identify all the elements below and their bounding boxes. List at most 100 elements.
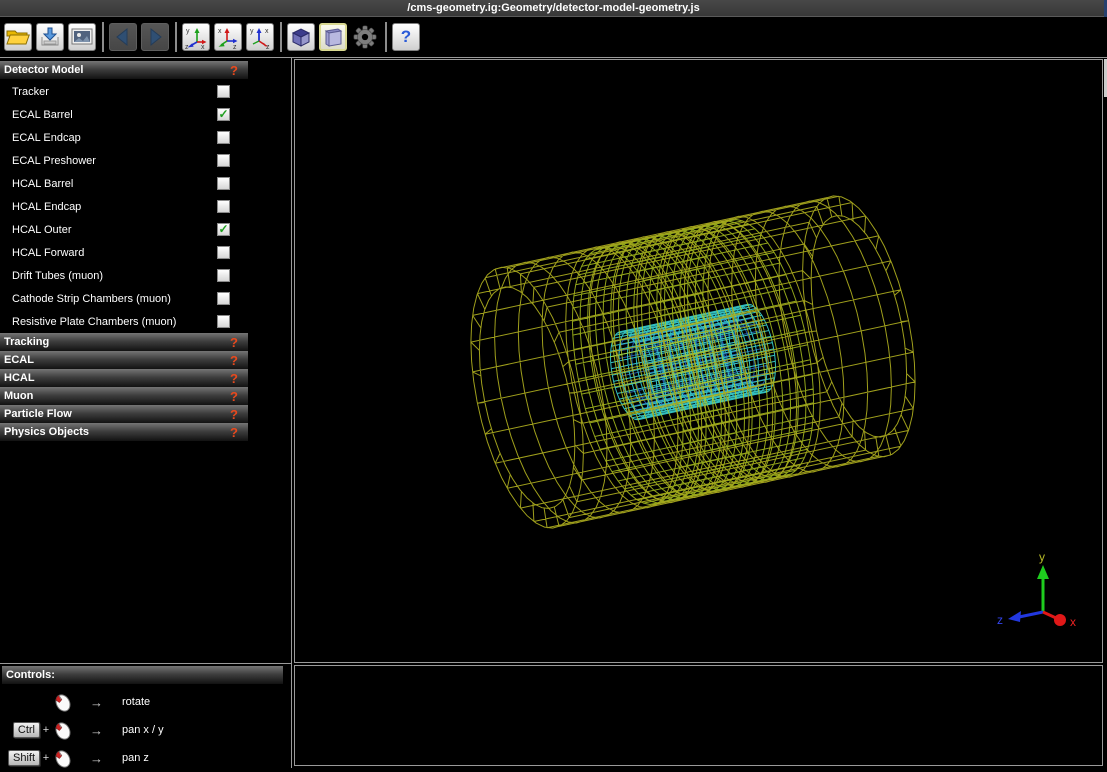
svg-text:z: z (185, 44, 189, 49)
help-button[interactable]: ? (392, 23, 420, 51)
controls-legend: Controls: → rotate Ctrl + (0, 666, 291, 772)
maps-to-arrow: → (90, 695, 112, 710)
save-icon (39, 26, 61, 48)
sidebar-sections: Tracking ? ECAL ? HCAL ? Muon ? Particle… (0, 333, 248, 441)
checkbox-ecal-preshower[interactable] (217, 154, 230, 167)
svg-text:z: z (233, 44, 237, 49)
help-icon[interactable]: ? (230, 354, 238, 367)
arrow-right-icon (144, 26, 166, 48)
svg-text:y: y (186, 28, 190, 35)
detector-model-header[interactable]: Detector Model ? (0, 61, 248, 79)
section-physics-objects[interactable]: Physics Objects ? (0, 423, 248, 441)
view-axes-button-1[interactable]: y x z (182, 23, 210, 51)
section-ecal[interactable]: ECAL ? (0, 351, 248, 369)
control-row-rotate: → rotate (0, 688, 291, 716)
cube-flat-icon (321, 25, 345, 49)
detector-3d-view[interactable]: y z x (295, 60, 1102, 662)
help-icon[interactable]: ? (230, 390, 238, 403)
row-drift-tubes: Drift Tubes (muon) (0, 264, 248, 287)
row-label: Resistive Plate Chambers (muon) (12, 316, 176, 328)
axis-label-y: y (1039, 550, 1045, 564)
action-label: rotate (122, 696, 150, 708)
checkbox-rpc[interactable] (217, 315, 230, 328)
section-label: Physics Objects (4, 426, 89, 438)
checkbox-hcal-endcap[interactable] (217, 200, 230, 213)
detector-model-list: Tracker ECAL Barrel ✓ ECAL Endcap ECAL P… (0, 80, 248, 333)
viewport-3d-panel[interactable]: y z x (294, 59, 1103, 663)
checkbox-hcal-forward[interactable] (217, 246, 230, 259)
checkbox-hcal-outer[interactable]: ✓ (217, 223, 230, 236)
section-particle-flow[interactable]: Particle Flow ? (0, 405, 248, 423)
row-label: ECAL Barrel (12, 109, 73, 121)
row-label: ECAL Preshower (12, 155, 96, 167)
toolbar-separator (175, 22, 177, 52)
svg-text:y: y (250, 28, 254, 35)
row-label: Tracker (12, 86, 49, 98)
svg-text:x: x (201, 44, 205, 49)
checkbox-csc[interactable] (217, 292, 230, 305)
view-axes-button-2[interactable]: x z (214, 23, 242, 51)
section-label: ECAL (4, 354, 34, 366)
next-event-button[interactable] (141, 23, 169, 51)
checkbox-tracker[interactable] (217, 85, 230, 98)
row-ecal-barrel: ECAL Barrel ✓ (0, 103, 248, 126)
axes-xzy-icon: x z (216, 25, 240, 49)
row-hcal-outer: HCAL Outer ✓ (0, 218, 248, 241)
row-label: Drift Tubes (muon) (12, 270, 103, 282)
previous-event-button[interactable] (109, 23, 137, 51)
section-label: HCAL (4, 372, 35, 384)
perspective-view-button[interactable] (287, 23, 315, 51)
checkbox-hcal-barrel[interactable] (217, 177, 230, 190)
help-icon[interactable]: ? (230, 64, 238, 77)
checkbox-ecal-endcap[interactable] (217, 131, 230, 144)
row-label: HCAL Barrel (12, 178, 73, 190)
svg-text:x: x (218, 28, 222, 35)
sidebar-splitter[interactable] (291, 58, 292, 768)
toolbar-separator (280, 22, 282, 52)
axis-gizmo: y z x (997, 550, 1076, 629)
row-label: HCAL Endcap (12, 201, 81, 213)
plus-sign: + (40, 752, 52, 764)
row-label: HCAL Forward (12, 247, 84, 259)
open-file-button[interactable] (4, 23, 32, 51)
toolbar-separator (102, 22, 104, 52)
row-label: ECAL Endcap (12, 132, 81, 144)
folder-icon (6, 28, 30, 46)
help-icon[interactable]: ? (230, 372, 238, 385)
toolbar-separator (385, 22, 387, 52)
row-csc: Cathode Strip Chambers (muon) (0, 287, 248, 310)
row-ecal-preshower: ECAL Preshower (0, 149, 248, 172)
toolbar-divider (0, 57, 1107, 58)
shift-key: Shift (8, 750, 40, 766)
screenshot-button[interactable] (68, 23, 96, 51)
save-image-button[interactable] (36, 23, 64, 51)
row-hcal-endcap: HCAL Endcap (0, 195, 248, 218)
svg-text:x: x (265, 28, 269, 35)
help-icon[interactable]: ? (230, 426, 238, 439)
plus-sign: + (40, 724, 52, 736)
orthographic-view-button[interactable] (319, 23, 347, 51)
mouse-icon (53, 747, 77, 769)
control-row-pan-xy: Ctrl + → pan x / y (0, 716, 291, 744)
controls-header: Controls: (2, 666, 283, 684)
settings-button[interactable] (351, 23, 379, 51)
section-label: Particle Flow (4, 408, 72, 420)
axis-label-x: x (1070, 615, 1076, 629)
window-title: /cms-geometry.ig:Geometry/detector-model… (0, 0, 1107, 17)
checkbox-drift-tubes[interactable] (217, 269, 230, 282)
row-hcal-forward: HCAL Forward (0, 241, 248, 264)
section-muon[interactable]: Muon ? (0, 387, 248, 405)
axis-label-z: z (997, 613, 1003, 627)
section-hcal[interactable]: HCAL ? (0, 369, 248, 387)
view-axes-button-3[interactable]: y x z (246, 23, 274, 51)
bottom-panel[interactable] (294, 665, 1103, 766)
axes-yxz-icon: y x z (248, 25, 272, 49)
row-rpc: Resistive Plate Chambers (muon) (0, 310, 248, 333)
question-icon: ? (401, 23, 411, 51)
mouse-icon (53, 691, 77, 713)
help-icon[interactable]: ? (230, 408, 238, 421)
section-tracking[interactable]: Tracking ? (0, 333, 248, 351)
help-icon[interactable]: ? (230, 336, 238, 349)
row-tracker: Tracker (0, 80, 248, 103)
checkbox-ecal-barrel[interactable]: ✓ (217, 108, 230, 121)
